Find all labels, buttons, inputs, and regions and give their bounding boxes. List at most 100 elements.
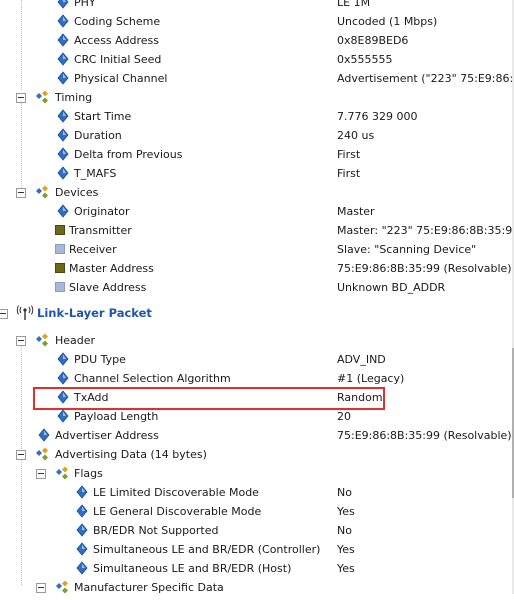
tree-row-crc-initial-seed[interactable]: CRC Initial Seed 0x555555 <box>0 50 514 69</box>
tree-row-simultaneous-controller[interactable]: Simultaneous LE and BR/EDR (Controller) … <box>0 540 514 559</box>
field-label: Coding Scheme <box>74 15 161 28</box>
tree-row-coding-scheme[interactable]: Coding Scheme Uncoded (1 Mbps) <box>0 12 514 31</box>
master-color-swatch-icon <box>55 225 65 235</box>
tree-group-timing[interactable]: Timing <box>0 88 514 107</box>
field-label: CRC Initial Seed <box>74 53 162 66</box>
packet-decode-tree: PHY LE 1M Coding Scheme Uncoded (1 Mbps)… <box>0 0 514 594</box>
group-folder-icon <box>35 185 49 199</box>
field-label: Delta from Previous <box>74 148 183 161</box>
field-label: PDU Type <box>74 353 126 366</box>
collapse-toggle-icon[interactable] <box>0 309 8 319</box>
tree-row-t-mafs[interactable]: T_MAFS First <box>0 164 514 183</box>
field-label: Simultaneous LE and BR/EDR (Host) <box>93 562 292 575</box>
field-diamond-icon <box>37 428 51 442</box>
field-label: BR/EDR Not Supported <box>93 524 219 537</box>
field-diamond-icon <box>56 14 70 28</box>
field-value: Uncoded (1 Mbps) <box>337 15 438 28</box>
field-diamond-icon <box>56 0 70 9</box>
collapse-toggle-icon[interactable] <box>16 188 26 198</box>
field-diamond-icon <box>75 485 89 499</box>
tree-row-bredr-not-supported[interactable]: BR/EDR Not Supported No <box>0 521 514 540</box>
field-label: Start Time <box>74 110 132 123</box>
group-label: Manufacturer Specific Data <box>74 581 224 594</box>
tree-group-manufacturer-specific-data[interactable]: Manufacturer Specific Data <box>0 578 514 597</box>
field-diamond-icon <box>75 542 89 556</box>
field-value: Yes <box>337 562 355 575</box>
field-diamond-icon <box>56 409 70 423</box>
field-value: No <box>337 524 352 537</box>
collapse-toggle-icon[interactable] <box>16 450 26 460</box>
field-diamond-icon <box>75 561 89 575</box>
field-value: First <box>337 167 361 180</box>
field-label: LE Limited Discoverable Mode <box>93 486 259 499</box>
field-label: PHY <box>74 0 96 9</box>
field-label: Advertiser Address <box>55 429 159 442</box>
group-label: Timing <box>55 91 93 104</box>
tree-row-transmitter[interactable]: Transmitter Master: "223" 75:E9:86:8B:35… <box>0 221 514 240</box>
tree-group-devices[interactable]: Devices <box>0 183 514 202</box>
field-label: LE General Discoverable Mode <box>93 505 262 518</box>
field-label: Channel Selection Algorithm <box>74 372 231 385</box>
field-label: Simultaneous LE and BR/EDR (Controller) <box>93 543 321 556</box>
field-value: #1 (Legacy) <box>337 372 405 385</box>
group-folder-icon <box>35 447 49 461</box>
tree-row-delta-from-previous[interactable]: Delta from Previous First <box>0 145 514 164</box>
group-label: Header <box>55 334 96 347</box>
tree-row-payload-length[interactable]: Payload Length 20 <box>0 407 514 426</box>
tree-group-header[interactable]: Header <box>0 331 514 350</box>
field-value: No <box>337 486 352 499</box>
tree-row-advertiser-address[interactable]: Advertiser Address 75:E9:86:8B:35:99 (Re… <box>0 426 514 445</box>
field-diamond-icon <box>75 523 89 537</box>
group-folder-icon <box>35 333 49 347</box>
group-folder-icon <box>55 466 69 480</box>
group-label: Flags <box>74 467 103 480</box>
tree-row-duration[interactable]: Duration 240 us <box>0 126 514 145</box>
field-value: Advertisement ("223" 75:E9:86:8B:3 <box>337 72 514 85</box>
field-value: 75:E9:86:8B:35:99 (Resolvable) <box>337 262 512 275</box>
field-label: Transmitter <box>69 224 132 237</box>
field-value: 0x8E89BED6 <box>337 34 409 47</box>
field-diamond-icon <box>56 71 70 85</box>
field-diamond-icon <box>75 504 89 518</box>
tree-row-originator[interactable]: Originator Master <box>0 202 514 221</box>
field-value: Yes <box>337 543 355 556</box>
tree-row-receiver[interactable]: Receiver Slave: "Scanning Device" <box>0 240 514 259</box>
collapse-toggle-icon[interactable] <box>16 336 26 346</box>
collapse-toggle-icon[interactable] <box>36 469 46 479</box>
field-value: First <box>337 148 361 161</box>
tree-row-simultaneous-host[interactable]: Simultaneous LE and BR/EDR (Host) Yes <box>0 559 514 578</box>
tree-row-le-limited-discoverable-mode[interactable]: LE Limited Discoverable Mode No <box>0 483 514 502</box>
tree-row-pdu-type[interactable]: PDU Type ADV_IND <box>0 350 514 369</box>
tree-row-physical-channel[interactable]: Physical Channel Advertisement ("223" 75… <box>0 69 514 88</box>
tree-row-slave-address[interactable]: Slave Address Unknown BD_ADDR <box>0 278 514 297</box>
group-label: Devices <box>55 186 99 199</box>
group-label: Link-Layer Packet <box>37 306 152 320</box>
field-diamond-icon <box>56 166 70 180</box>
field-label: Originator <box>74 205 130 218</box>
field-diamond-icon <box>56 147 70 161</box>
collapse-toggle-icon[interactable] <box>36 583 46 593</box>
field-value: Unknown BD_ADDR <box>337 281 446 294</box>
tree-row-phy[interactable]: PHY LE 1M <box>0 0 514 12</box>
field-diamond-icon <box>56 109 70 123</box>
tree-row-channel-selection-algorithm[interactable]: Channel Selection Algorithm #1 (Legacy) <box>0 369 514 388</box>
tree-row-le-general-discoverable-mode[interactable]: LE General Discoverable Mode Yes <box>0 502 514 521</box>
field-label: Master Address <box>69 262 154 275</box>
field-label: TxAdd <box>74 391 109 404</box>
tree-row-access-address[interactable]: Access Address 0x8E89BED6 <box>0 31 514 50</box>
field-value: Random <box>337 391 383 404</box>
field-value: Slave: "Scanning Device" <box>337 243 477 256</box>
field-value: 240 us <box>337 129 375 142</box>
tree-row-start-time[interactable]: Start Time 7.776 329 000 <box>0 107 514 126</box>
slave-color-swatch-icon <box>55 282 65 292</box>
field-label: Physical Channel <box>74 72 168 85</box>
tree-group-advertising-data[interactable]: Advertising Data (14 bytes) <box>0 445 514 464</box>
tree-group-link-layer-packet[interactable]: Link-Layer Packet <box>0 304 514 323</box>
tree-row-txadd[interactable]: TxAdd Random <box>0 388 514 407</box>
antenna-icon <box>16 305 34 321</box>
collapse-toggle-icon[interactable] <box>16 93 26 103</box>
field-label: Access Address <box>74 34 159 47</box>
field-label: Payload Length <box>74 410 159 423</box>
tree-group-flags[interactable]: Flags <box>0 464 514 483</box>
tree-row-master-address[interactable]: Master Address 75:E9:86:8B:35:99 (Resolv… <box>0 259 514 278</box>
